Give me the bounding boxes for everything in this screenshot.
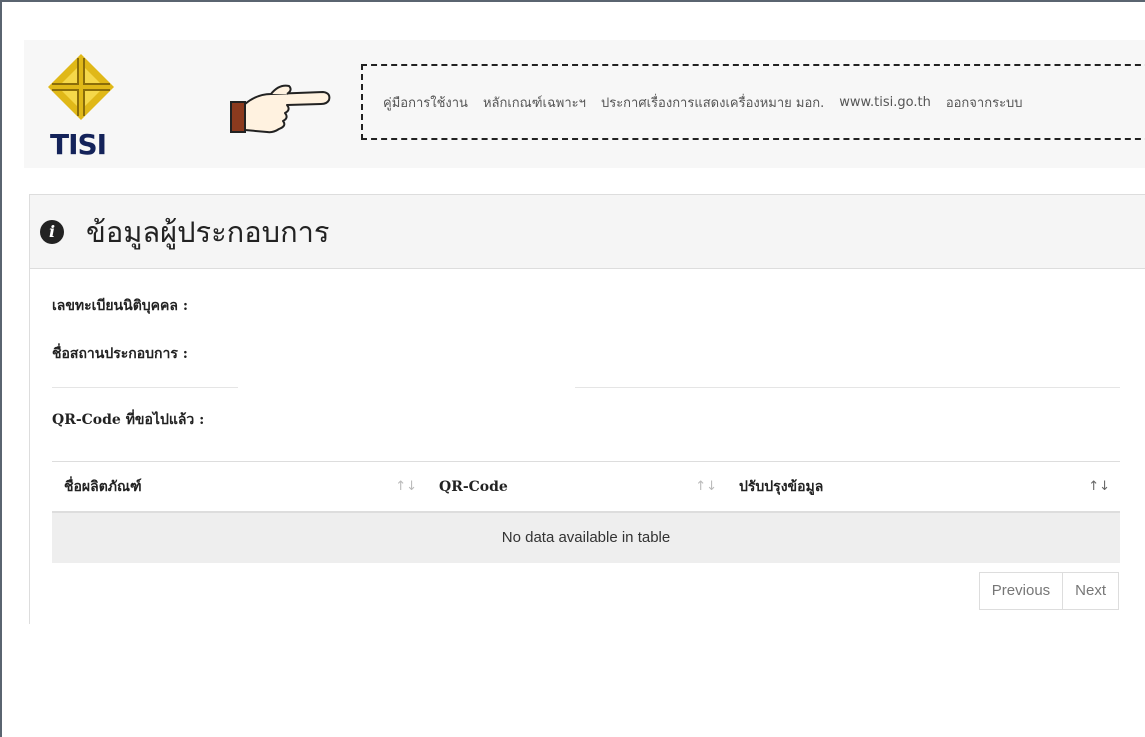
nav-user-manual-link[interactable]: คู่มือการใช้งาน	[383, 92, 468, 113]
divider	[575, 387, 1120, 388]
table-empty-row: No data available in table	[52, 513, 1120, 563]
panel-header: i ข้อมูลผู้ประกอบการ	[30, 195, 1145, 269]
previous-page-button[interactable]: Previous	[978, 572, 1064, 610]
column-header-update-data[interactable]: ปรับปรุงข้อมูล ↑↓	[727, 462, 1120, 512]
column-header-label: ปรับปรุงข้อมูล	[739, 479, 824, 495]
pointing-hand-icon	[230, 84, 331, 134]
requested-qrcode-label: QR-Code ที่ขอไปแล้ว :	[52, 412, 205, 428]
tisi-logo[interactable]: TISI	[46, 52, 116, 162]
logo-text: TISI	[50, 128, 107, 161]
table-header-row: ชื่อผลิตภัณฑ์ ↑↓ QR-Code ↑↓ ปรับปรุงข้อม…	[52, 461, 1120, 513]
pagination: Previous Next	[978, 572, 1119, 610]
establishment-name-label: ชื่อสถานประกอบการ :	[52, 346, 188, 362]
column-header-product-name[interactable]: ชื่อผลิตภัณฑ์ ↑↓	[52, 462, 427, 512]
info-icon: i	[40, 220, 64, 244]
nav-mark-announcement-link[interactable]: ประกาศเรื่องการแสดงเครื่องหมาย มอก.	[601, 92, 824, 113]
operator-info-panel: i ข้อมูลผู้ประกอบการ เลขทะเบียนนิติบุคคล…	[29, 194, 1145, 624]
sort-icon: ↑↓	[695, 479, 717, 494]
sort-icon: ↑↓	[395, 479, 417, 494]
nav-specific-criteria-link[interactable]: หลักเกณฑ์เฉพาะฯ	[483, 92, 586, 113]
tisi-emblem-icon	[48, 54, 114, 120]
column-header-qrcode[interactable]: QR-Code ↑↓	[427, 462, 727, 512]
page-title: ข้อมูลผู้ประกอบการ	[86, 215, 330, 249]
registration-number-label: เลขทะเบียนนิติบุคคล :	[52, 298, 189, 314]
column-header-label: ชื่อผลิตภัณฑ์	[64, 479, 142, 495]
nav-menu: คู่มือการใช้งาน หลักเกณฑ์เฉพาะฯ ประกาศเร…	[361, 64, 1145, 140]
next-page-button[interactable]: Next	[1063, 572, 1119, 610]
nav-logout-link[interactable]: ออกจากระบบ	[946, 92, 1023, 113]
column-header-label: QR-Code	[439, 479, 508, 495]
qrcode-table: ชื่อผลิตภัณฑ์ ↑↓ QR-Code ↑↓ ปรับปรุงข้อม…	[52, 461, 1120, 563]
site-header: TISI คู่มือการใช้งาน หลักเกณฑ์เฉพาะฯ ประ…	[24, 40, 1145, 168]
nav-tisi-website-link[interactable]: www.tisi.go.th	[839, 95, 931, 110]
sort-icon: ↑↓	[1088, 479, 1110, 494]
divider	[52, 387, 238, 388]
